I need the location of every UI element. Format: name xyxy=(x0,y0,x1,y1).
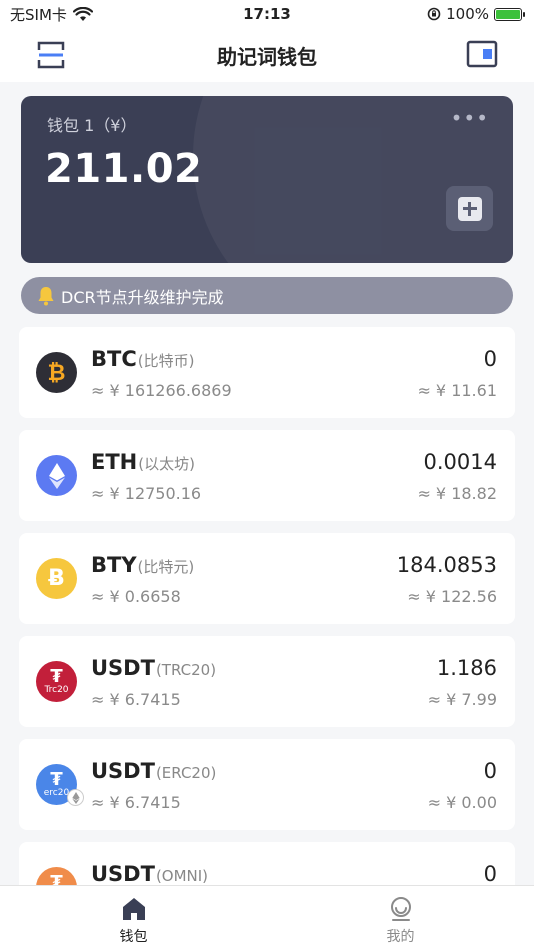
add-coin-button[interactable] xyxy=(446,186,493,231)
coin-symbol: USDT(TRC20) xyxy=(91,656,216,680)
coin-symbol-text: USDT xyxy=(91,759,155,783)
battery-icon xyxy=(494,7,525,21)
status-bar: 无SIM卡 17:13 100% xyxy=(0,0,534,28)
bitcoin-icon: ₿ xyxy=(36,352,77,393)
status-left: 无SIM卡 xyxy=(10,4,93,25)
wallet-name: 钱包 1（¥） xyxy=(47,116,137,135)
coin-subname: (OMNI) xyxy=(155,867,209,885)
tether-glyph: ₮ xyxy=(50,666,63,687)
coin-price: ≈ ¥ 6.7415 xyxy=(91,793,181,812)
coin-balance: 0.0014 xyxy=(423,450,497,474)
coin-row-bty[interactable]: Ƀ BTY(比特元) ≈ ¥ 0.6658 184.0853 ≈ ¥ 122.5… xyxy=(19,533,515,624)
wallet-more-button[interactable]: ••• xyxy=(451,106,489,130)
nav-bar: 助记词钱包 xyxy=(0,28,534,82)
orientation-lock-icon xyxy=(427,7,441,21)
coin-subname: (比特币) xyxy=(137,352,195,370)
coin-balance: 1.186 xyxy=(436,656,497,680)
page-title: 助记词钱包 xyxy=(217,44,317,69)
wallet-icon xyxy=(466,40,498,68)
tether-trc20-icon: ₮ Trc20 xyxy=(36,661,77,702)
wallet-card[interactable]: 钱包 1（¥） 211.02 ••• xyxy=(21,96,513,263)
battery-percent: 100% xyxy=(446,5,489,23)
coin-symbol: BTY(比特元) xyxy=(91,553,194,577)
coin-balance: 0 xyxy=(483,862,497,886)
coin-row-btc[interactable]: ₿ BTC(比特币) ≈ ¥ 161266.6869 0 ≈ ¥ 11.61 xyxy=(19,327,515,418)
wallet-balance: 211.02 xyxy=(45,146,203,192)
carrier-label: 无SIM卡 xyxy=(10,5,67,24)
coin-symbol-text: BTY xyxy=(91,553,137,577)
ethereum-glyph xyxy=(48,462,65,489)
bty-glyph: Ƀ xyxy=(48,566,65,591)
plus-icon xyxy=(457,196,482,221)
profile-icon xyxy=(390,897,411,921)
ethereum-badge-icon xyxy=(67,789,84,806)
tab-bar: 钱包 我的 xyxy=(0,885,534,950)
coin-value: ≈ ¥ 11.61 xyxy=(417,381,497,400)
coin-subname: (比特元) xyxy=(137,558,195,576)
tab-label: 钱包 xyxy=(119,929,148,945)
notice-text: DCR节点升级维护完成 xyxy=(61,287,224,307)
coin-balance: 0 xyxy=(483,759,497,783)
scan-button[interactable] xyxy=(36,40,66,70)
wifi-icon xyxy=(72,6,93,21)
coin-row-eth[interactable]: ETH(以太坊) ≈ ¥ 12750.16 0.0014 ≈ ¥ 18.82 xyxy=(19,430,515,521)
coin-symbol-text: USDT xyxy=(91,656,155,680)
coin-price: ≈ ¥ 6.7415 xyxy=(91,690,181,709)
coin-symbol-text: ETH xyxy=(91,450,138,474)
network-label: Trc20 xyxy=(44,685,69,695)
home-icon xyxy=(122,898,145,920)
coin-value: ≈ ¥ 0.00 xyxy=(427,793,497,812)
coin-value: ≈ ¥ 122.56 xyxy=(407,587,497,606)
coin-row-usdt-trc20[interactable]: ₮ Trc20 USDT(TRC20) ≈ ¥ 6.7415 1.186 ≈ ¥… xyxy=(19,636,515,727)
scan-icon xyxy=(37,41,65,69)
coin-balance: 0 xyxy=(483,347,497,371)
notice-bar[interactable]: DCR节点升级维护完成 xyxy=(21,277,513,314)
coin-symbol: USDT(ERC20) xyxy=(91,759,216,783)
coin-symbol-text: BTC xyxy=(91,347,137,371)
coin-value: ≈ ¥ 7.99 xyxy=(427,690,497,709)
coin-subname: (TRC20) xyxy=(155,661,217,679)
tab-label: 我的 xyxy=(386,929,415,945)
coin-subname: (以太坊) xyxy=(138,455,195,473)
coin-price: ≈ ¥ 161266.6869 xyxy=(91,381,232,400)
coin-symbol: BTC(比特币) xyxy=(91,347,194,371)
coin-row-usdt-erc20[interactable]: ₮ erc20 USDT(ERC20) ≈ ¥ 6.7415 0 ≈ ¥ 0.0… xyxy=(19,739,515,830)
coin-price: ≈ ¥ 0.6658 xyxy=(91,587,181,606)
coin-symbol: USDT(OMNI) xyxy=(91,862,208,886)
coin-list: ₿ BTC(比特币) ≈ ¥ 161266.6869 0 ≈ ¥ 11.61 E… xyxy=(19,327,515,945)
bell-icon xyxy=(38,286,54,305)
battery-fill xyxy=(496,9,520,19)
status-right: 100% xyxy=(427,5,525,23)
bitcoin-glyph: ₿ xyxy=(47,360,66,386)
bty-icon: Ƀ xyxy=(36,558,77,599)
tether-glyph: ₮ xyxy=(50,769,63,790)
coin-value: ≈ ¥ 18.82 xyxy=(417,484,497,503)
coin-subname: (ERC20) xyxy=(155,764,217,782)
coin-symbol-text: USDT xyxy=(91,862,155,886)
coin-price: ≈ ¥ 12750.16 xyxy=(91,484,202,503)
tab-mine[interactable]: 我的 xyxy=(267,886,534,950)
tab-wallet[interactable]: 钱包 xyxy=(0,886,267,950)
coin-balance: 184.0853 xyxy=(396,553,497,577)
ethereum-icon xyxy=(36,455,77,496)
wallet-manage-button[interactable] xyxy=(466,40,498,68)
coin-symbol: ETH(以太坊) xyxy=(91,450,195,474)
